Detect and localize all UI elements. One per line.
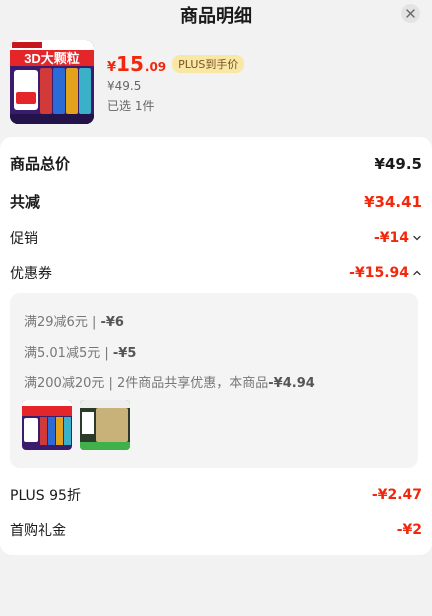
plus-discount-label: PLUS 95折 <box>10 488 81 504</box>
total-price-label: 商品总价 <box>10 155 71 173</box>
coupon-item-amount: -¥5 <box>112 346 137 361</box>
total-price-row: 商品总价 ¥49.5 <box>10 153 422 174</box>
plus-discount-value: -¥2.47 <box>371 487 422 503</box>
plus-discount-row: PLUS 95折 -¥2.47 <box>10 485 422 505</box>
promo-label: 促销 <box>10 231 38 247</box>
chevron-up-icon <box>413 270 421 276</box>
price-integer: 15 <box>116 52 144 76</box>
total-reduce-value: ¥34.41 <box>364 192 422 211</box>
promo-row[interactable]: 促销 -¥14 <box>10 228 422 248</box>
promo-value: -¥14 <box>373 230 409 246</box>
total-reduce-row: 共减 ¥34.41 <box>10 191 422 212</box>
coupon-item-amount: -¥6 <box>100 315 124 330</box>
price-detail-card: 商品总价 ¥49.5 共减 ¥34.41 促销 -¥14 优惠券 -¥15.94… <box>0 137 432 555</box>
coupon-label: 优惠券 <box>10 266 52 282</box>
first-purchase-row: 首购礼金 -¥2 <box>10 520 422 540</box>
price-decimal: .09 <box>144 60 167 74</box>
product-image[interactable]: 3D大颗粒 <box>10 40 94 124</box>
original-price: ¥49.5 <box>107 79 142 93</box>
coupon-item-text: 满29减6元 | <box>24 315 101 330</box>
total-price-value: ¥49.5 <box>374 154 422 173</box>
first-purchase-value: -¥2 <box>396 522 422 538</box>
total-reduce-label: 共减 <box>10 193 41 211</box>
coupon-item-amount: -¥4.94 <box>268 376 315 391</box>
coupon-item: 满29减6元 | -¥6 <box>24 311 124 330</box>
header: 商品明细 <box>0 0 432 30</box>
price-row: ¥ 15 .09 PLUS到手价 <box>107 52 245 76</box>
plus-price-badge: PLUS到手价 <box>172 55 245 73</box>
coupon-item: 满5.01减5元 | -¥5 <box>24 342 136 361</box>
coupon-item-text: 满200减20元 | 2件商品共享优惠，本商品 <box>24 376 269 391</box>
coupon-row[interactable]: 优惠券 -¥15.94 <box>10 263 422 283</box>
first-purchase-label: 首购礼金 <box>10 523 66 539</box>
product-summary: 3D大颗粒 ¥ 15 .09 PLUS到手价 ¥49.5 已选 1件 <box>10 38 420 126</box>
page-title: 商品明细 <box>180 6 252 27</box>
coupon-product-image[interactable] <box>22 400 72 450</box>
price-currency: ¥ <box>107 60 117 75</box>
product-image-label: 3D大颗粒 <box>24 51 80 66</box>
selected-count: 已选 1件 <box>107 99 155 113</box>
chevron-down-icon <box>413 235 421 241</box>
coupon-product-image[interactable] <box>80 400 130 450</box>
coupon-value: -¥15.94 <box>349 265 409 281</box>
coupon-item-text: 满5.01减5元 | <box>24 346 113 361</box>
coupon-detail-box: 满29减6元 | -¥6 满5.01减5元 | -¥5 满200减20元 | 2… <box>10 293 418 468</box>
close-button[interactable] <box>401 4 420 23</box>
close-icon <box>406 9 415 18</box>
coupon-item: 满200减20元 | 2件商品共享优惠，本商品-¥4.94 <box>24 372 315 391</box>
